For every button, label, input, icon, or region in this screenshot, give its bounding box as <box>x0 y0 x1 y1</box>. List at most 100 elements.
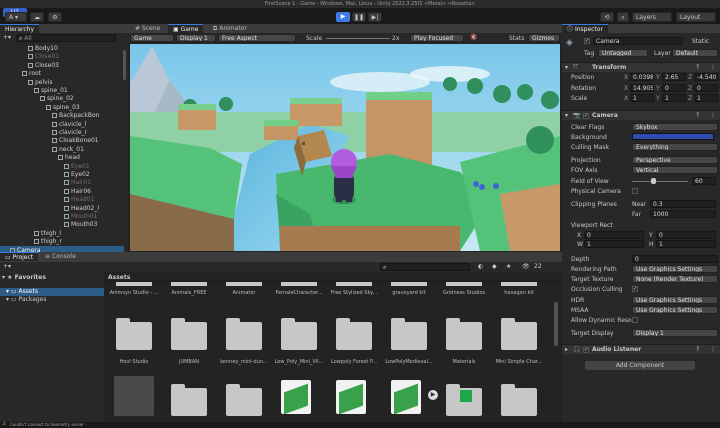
eye-icon[interactable]: 👁 <box>522 263 530 270</box>
folder-icon[interactable] <box>446 318 482 350</box>
filter-label-icon[interactable]: ◆ <box>492 263 497 270</box>
depth-field[interactable]: 0 <box>632 255 718 263</box>
transform-position-z-field[interactable]: -4.540 <box>694 73 718 81</box>
physical-camera-checkbox[interactable] <box>632 188 638 194</box>
folder-icon[interactable] <box>501 318 537 350</box>
hierarchy-scrollbar[interactable] <box>123 50 126 80</box>
transform-position-y-field[interactable]: 2.65 <box>662 73 686 81</box>
tab-scene[interactable]: # Scene <box>130 24 165 33</box>
help-icon[interactable]: ? <box>696 112 699 119</box>
tab-hierarchy[interactable]: Hierarchy <box>0 24 40 33</box>
tab-inspector[interactable]: ⓘ Inspector <box>562 24 608 33</box>
folder-icon[interactable] <box>501 384 537 416</box>
camera-component-header[interactable]: ▾ 📷 ✓ Camera ? ⋮ <box>562 110 720 120</box>
menu-icon[interactable]: ⋮ <box>710 112 716 119</box>
project-sidebar-item[interactable]: ▾ ★ Favorites <box>0 274 104 282</box>
viewport-rect-y-field[interactable]: 0 <box>656 231 716 239</box>
filter-type-icon[interactable]: ◐ <box>478 263 483 270</box>
play-button[interactable]: ▶ <box>336 12 350 22</box>
shader-file-icon[interactable] <box>281 380 311 414</box>
folder-icon[interactable] <box>171 384 207 416</box>
folder-icon[interactable] <box>391 282 427 286</box>
folder-icon[interactable] <box>446 282 482 286</box>
background-color-swatch[interactable] <box>632 133 714 140</box>
msaa-dropdown[interactable]: Use Graphics Settings <box>632 306 718 314</box>
layout-dropdown[interactable]: Layout <box>676 12 716 22</box>
fov-field[interactable]: 60 <box>692 177 716 185</box>
add-component-button[interactable]: Add Component <box>584 360 696 371</box>
account-dropdown[interactable]: A ▾ <box>5 12 27 22</box>
mute-audio-icon[interactable]: 🔇 <box>470 34 477 41</box>
shader-file-icon[interactable] <box>336 380 366 414</box>
folder-icon[interactable] <box>281 318 317 350</box>
tab-project[interactable]: ▭ Project <box>0 252 39 261</box>
project-search[interactable]: ⌕ <box>380 263 470 271</box>
folder-icon[interactable] <box>116 282 152 286</box>
tab-animator[interactable]: ⧉ Animator <box>208 24 252 33</box>
static-toggle[interactable]: Static <box>692 38 709 45</box>
transform-header[interactable]: ▾ ⤧ Transform ? ⋮ <box>562 62 720 72</box>
hierarchy-item[interactable]: Mouth03 <box>64 220 97 229</box>
folder-icon[interactable] <box>336 282 372 286</box>
aspect-dropdown[interactable]: Free Aspect <box>218 34 296 42</box>
clear-flags-dropdown[interactable]: Skybox <box>632 123 718 131</box>
game-mode-dropdown[interactable]: Game <box>130 34 174 42</box>
layers-dropdown[interactable]: Layers <box>632 12 672 22</box>
culling-mask-dropdown[interactable]: Everything <box>632 143 718 151</box>
target-texture-dropdown[interactable]: None (Render Texture) <box>632 275 718 283</box>
allow-dynamic-resol-checkbox[interactable] <box>632 317 638 323</box>
stats-button[interactable]: Stats <box>509 35 524 42</box>
folder-icon[interactable] <box>171 282 207 286</box>
help-icon[interactable]: ? <box>696 64 699 71</box>
viewport-rect-w-field[interactable]: 1 <box>584 240 644 248</box>
hdr-dropdown[interactable]: Use Graphics Settings <box>632 296 718 304</box>
folder-icon[interactable] <box>226 282 262 286</box>
hierarchy-search[interactable]: ⌕ All <box>16 34 116 42</box>
undo-history-button[interactable]: ⟲ <box>600 12 614 22</box>
help-icon[interactable]: ? <box>696 346 699 353</box>
transform-position-x-field[interactable]: 0.0398 <box>630 73 654 81</box>
projection-dropdown[interactable]: Perspective <box>632 156 718 164</box>
audio-listener-header[interactable]: ▸ 🎧 ✓ Audio Listener ? ⋮ <box>562 344 720 354</box>
folder-icon[interactable] <box>171 318 207 350</box>
project-sidebar-item[interactable]: ▾ ▭ Assets <box>0 288 104 296</box>
folder-icon[interactable] <box>116 318 152 350</box>
camera-enabled-checkbox[interactable]: ✓ <box>583 113 589 119</box>
layer-dropdown[interactable]: Default <box>672 49 718 57</box>
material-swatch-icon[interactable] <box>460 390 472 402</box>
folder-icon[interactable] <box>226 318 262 350</box>
transform-scale-z-field[interactable]: 1 <box>694 94 718 102</box>
viewport-rect-x-field[interactable]: 0 <box>584 231 644 239</box>
cloud-button[interactable]: ☁ <box>30 12 44 22</box>
search-button[interactable]: ⌕ <box>617 12 629 22</box>
transform-rotation-z-field[interactable]: 0 <box>694 83 718 92</box>
folder-icon[interactable] <box>501 282 537 286</box>
viewport-rect-h-field[interactable]: 1 <box>656 240 716 248</box>
display-dropdown[interactable]: Display 1 <box>176 34 216 42</box>
folder-icon[interactable] <box>281 282 317 286</box>
preview-play-icon[interactable]: ▶ <box>428 390 438 400</box>
object-name-field[interactable]: Camera <box>593 37 683 45</box>
folder-icon[interactable] <box>226 384 262 416</box>
tag-dropdown[interactable]: Untagged <box>598 49 648 57</box>
audio-listener-checkbox[interactable]: ✓ <box>583 347 589 353</box>
project-sidebar-item[interactable]: ▾ ▭ Packages <box>0 296 104 304</box>
play-focused-dropdown[interactable]: Play Focused <box>410 34 464 42</box>
tab-game[interactable]: ▣ Game <box>168 24 204 33</box>
rendering-path-dropdown[interactable]: Use Graphics Settings <box>632 265 718 273</box>
shader-file-icon[interactable] <box>391 380 421 414</box>
assets-scrollbar[interactable] <box>554 302 558 346</box>
transform-rotation-x-field[interactable]: 14.905 <box>630 83 654 92</box>
transform-scale-y-field[interactable]: 1 <box>662 94 686 102</box>
transform-scale-x-field[interactable]: 1 <box>630 94 654 102</box>
target-display-dropdown[interactable]: Display 1 <box>632 329 718 337</box>
near-field[interactable]: 0.3 <box>650 200 716 208</box>
occlusion-culling-checkbox[interactable]: ✓ <box>632 286 638 292</box>
tab-console[interactable]: ≡ Console <box>40 252 81 261</box>
favorite-icon[interactable]: ★ <box>506 263 511 270</box>
model-thumbnail-icon[interactable] <box>114 376 154 416</box>
folder-icon[interactable] <box>336 318 372 350</box>
active-checkbox[interactable]: ✓ <box>584 38 590 44</box>
scale-slider[interactable] <box>326 38 390 39</box>
fov-axis-dropdown[interactable]: Vertical <box>632 166 718 174</box>
